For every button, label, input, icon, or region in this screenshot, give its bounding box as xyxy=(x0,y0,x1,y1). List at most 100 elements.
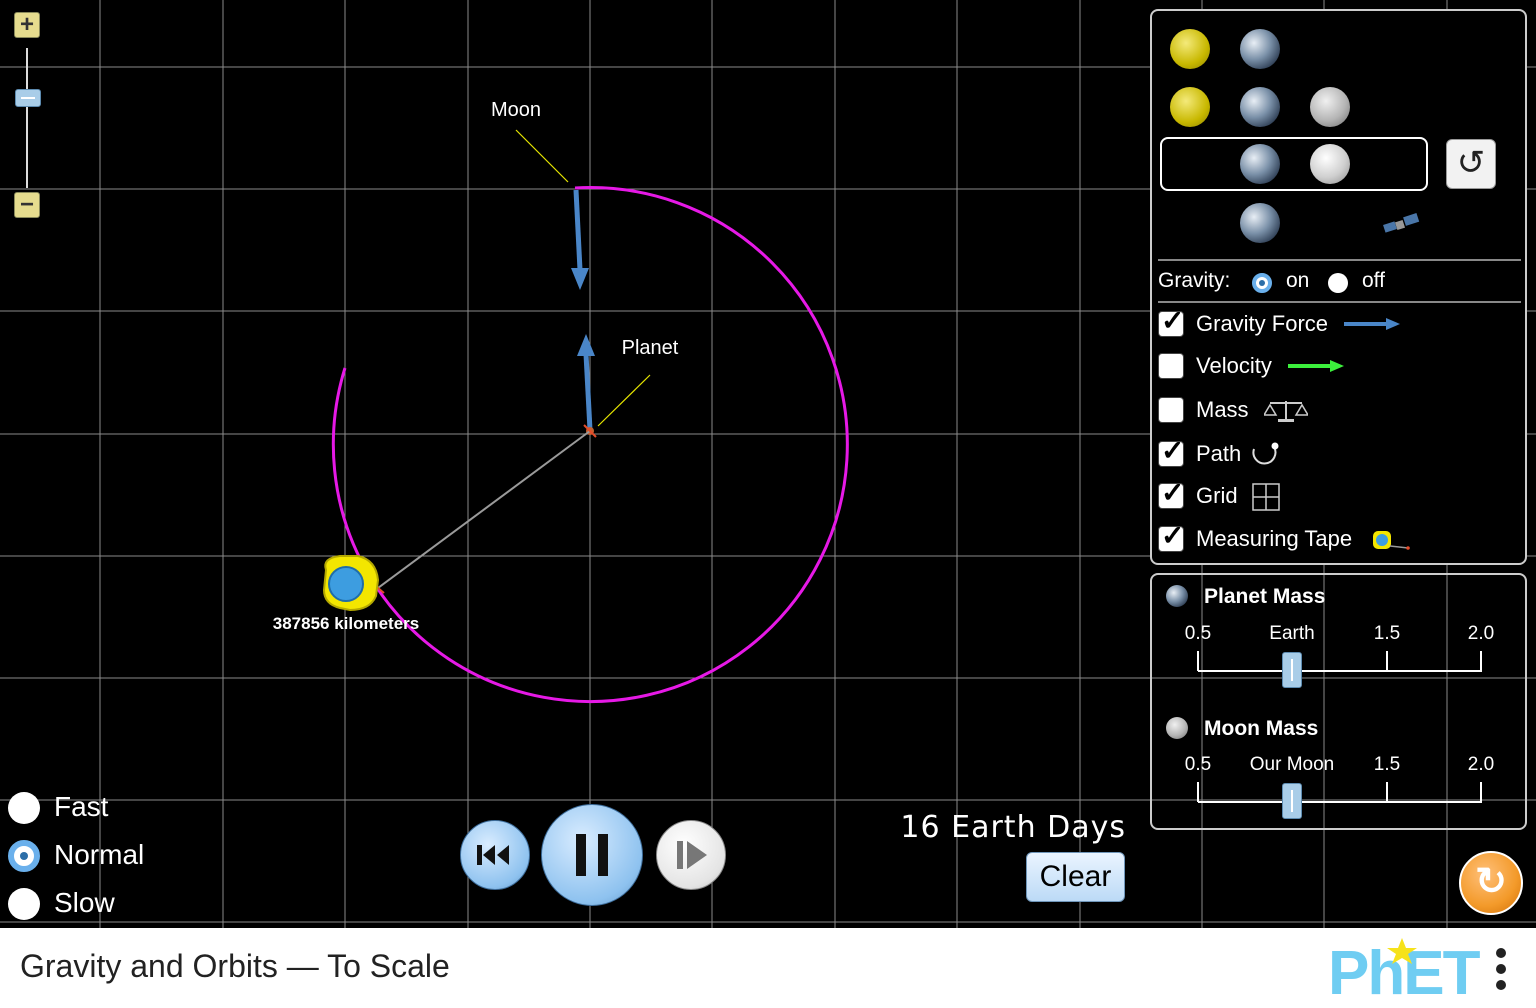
grid-icon xyxy=(1252,483,1280,511)
tick xyxy=(1386,782,1388,802)
gravity-label: Gravity: xyxy=(1158,269,1231,292)
mass-control-panel: Planet Mass 0.5 Earth 1.5 2.0 Moon Mass … xyxy=(1150,573,1527,830)
gravity-off-label: off xyxy=(1362,269,1385,292)
scene-sun-earth-earth-icon[interactable] xyxy=(1240,29,1280,69)
tick xyxy=(1197,782,1199,802)
reset-all-button[interactable]: ↻ xyxy=(1459,851,1523,915)
scene-sun-earth-moon-sun-icon[interactable] xyxy=(1170,87,1210,127)
path-checkbox[interactable]: ✓ xyxy=(1158,436,1184,467)
step-forward-icon xyxy=(677,841,707,869)
reset-all-icon: ↻ xyxy=(1475,861,1507,903)
zoom-control: + − xyxy=(14,12,42,222)
earth-icon xyxy=(1240,144,1280,184)
zoom-slider-track[interactable] xyxy=(26,48,28,188)
grid-label: Grid xyxy=(1196,483,1238,508)
scene-sun-earth-moon-moon-icon[interactable] xyxy=(1310,87,1350,127)
planet-mass-tick-label: 0.5 xyxy=(1184,623,1212,644)
path-label: Path xyxy=(1196,441,1242,466)
phet-logo[interactable]: PhET xyxy=(1328,932,1483,1002)
satellite-icon[interactable] xyxy=(1382,211,1422,235)
planet-mass-slider-track[interactable] xyxy=(1198,670,1482,672)
measuring-tape-line xyxy=(377,430,591,589)
moon-mass-tick-label: 0.5 xyxy=(1184,754,1212,775)
scene-earth-satellite-earth-icon[interactable] xyxy=(1240,203,1280,243)
scene-sun-earth-sun-icon[interactable] xyxy=(1170,29,1210,69)
moon-label: Moon xyxy=(491,99,541,121)
tick xyxy=(1480,651,1482,671)
moon-mass-title: Moon Mass xyxy=(1204,717,1319,740)
moon-mass-slider-thumb[interactable] xyxy=(1282,783,1302,819)
menu-dot xyxy=(1496,964,1506,974)
balance-scale-icon xyxy=(1264,401,1308,422)
tick xyxy=(1480,782,1482,802)
planet-mass-title: Planet Mass xyxy=(1204,585,1326,608)
navigation-bar: Gravity and Orbits — To Scale PhET xyxy=(0,928,1536,1008)
play-pause-button[interactable] xyxy=(541,804,643,906)
gravity-force-checkbox[interactable]: ✓ xyxy=(1158,306,1184,337)
clear-button[interactable]: Clear xyxy=(1026,852,1125,902)
moon-icon xyxy=(1166,717,1188,739)
measuring-tape-body[interactable] xyxy=(322,555,380,612)
zoom-out-button[interactable]: − xyxy=(14,192,40,218)
step-forward-button[interactable] xyxy=(656,820,726,890)
rewind-icon xyxy=(477,845,509,865)
minus-icon: − xyxy=(19,191,34,218)
simulation-play-area[interactable]: Moon Planet 387856 kilometers + − ↺ Grav… xyxy=(0,0,1536,928)
pause-icon xyxy=(576,834,608,876)
planet-mass-slider-thumb[interactable] xyxy=(1282,652,1302,688)
path-icon xyxy=(1252,442,1279,465)
planet-gravity-force-arrow xyxy=(577,334,595,431)
menu-dot xyxy=(1496,980,1506,990)
planet-mass-tick-label: Earth xyxy=(1269,623,1315,644)
moon-leader-line xyxy=(515,129,569,183)
measuring-tape-label: Measuring Tape xyxy=(1196,526,1353,551)
scene-sun-earth-moon-earth-icon[interactable] xyxy=(1240,87,1280,127)
measuring-tape-checkbox[interactable]: ✓ xyxy=(1158,521,1184,552)
mass-label: Mass xyxy=(1196,397,1249,422)
phet-menu-button[interactable] xyxy=(1490,942,1514,994)
planet-leader-line xyxy=(597,374,651,427)
menu-dot xyxy=(1496,948,1506,958)
zoom-slider-thumb[interactable] xyxy=(15,89,41,107)
selected-scene-earth-moon[interactable] xyxy=(1160,137,1428,191)
zoom-in-button[interactable]: + xyxy=(14,12,40,38)
moon-icon xyxy=(1310,144,1350,184)
gravity-off-radio[interactable] xyxy=(1328,273,1348,293)
divider xyxy=(1158,301,1521,303)
grid-checkbox[interactable]: ✓ xyxy=(1158,478,1184,509)
measuring-tape-readout: 387856 kilometers xyxy=(273,614,420,633)
gravity-on-label: on xyxy=(1286,269,1310,292)
moon-gravity-force-arrow xyxy=(571,189,589,290)
velocity-checkbox[interactable] xyxy=(1158,353,1184,379)
tick xyxy=(1386,651,1388,671)
velocity-arrow-icon xyxy=(1288,360,1344,372)
moon-mass-tick-label: 2.0 xyxy=(1467,754,1495,775)
gravity-on-radio[interactable] xyxy=(1252,273,1272,293)
measuring-tape-icon xyxy=(1373,531,1410,550)
speed-fast-label: Fast xyxy=(54,791,109,822)
scene-control-panel: ↺ Gravity: on off ✓ Gravity Force Veloci… xyxy=(1150,9,1527,565)
divider xyxy=(1158,259,1521,261)
planet-icon xyxy=(1166,585,1188,607)
speed-slow-label: Slow xyxy=(54,887,115,918)
rewind-button[interactable] xyxy=(460,820,530,890)
moon-mass-slider-track[interactable] xyxy=(1198,801,1482,803)
speed-slow-radio[interactable] xyxy=(8,888,40,920)
speed-normal-label: Normal xyxy=(54,839,145,870)
planet-mass-tick-label: 1.5 xyxy=(1373,623,1401,644)
speed-normal-radio[interactable] xyxy=(8,840,40,872)
moon-mass-tick-label: 1.5 xyxy=(1373,754,1401,775)
gravity-force-arrow-icon xyxy=(1344,318,1400,330)
tick xyxy=(1197,651,1199,671)
mass-checkbox[interactable] xyxy=(1158,397,1184,423)
undo-arrow-icon: ↺ xyxy=(1456,144,1486,182)
speed-fast-radio[interactable] xyxy=(8,792,40,824)
velocity-label: Velocity xyxy=(1196,353,1272,378)
plus-icon: + xyxy=(19,11,34,38)
reset-scene-button[interactable]: ↺ xyxy=(1446,139,1496,189)
gravity-force-label: Gravity Force xyxy=(1196,311,1329,336)
planet-mass-tick-label: 2.0 xyxy=(1467,623,1495,644)
planet-label: Planet xyxy=(622,337,679,359)
moon-mass-tick-label: Our Moon xyxy=(1249,754,1335,775)
elapsed-time-readout: 16 Earth Days xyxy=(900,810,1126,845)
